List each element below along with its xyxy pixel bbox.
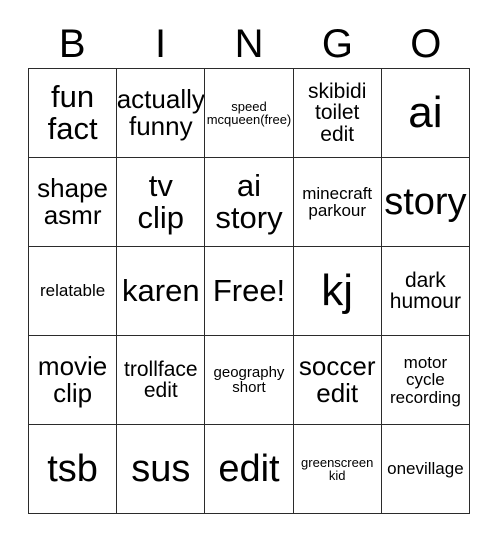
- bingo-cell-label: motor cycle recording: [389, 353, 461, 407]
- bingo-cell-i3[interactable]: karen: [117, 247, 206, 336]
- bingo-card: B I N G O fun fact actually funny speed …: [0, 0, 500, 544]
- bingo-cell-n2[interactable]: ai story: [205, 158, 294, 247]
- bingo-cell-label: dark humour: [389, 268, 461, 313]
- bingo-cell-label: relatable: [39, 281, 106, 301]
- bingo-cell-o2[interactable]: story: [381, 158, 470, 247]
- bingo-cell-b5[interactable]: tsb: [29, 425, 118, 514]
- bingo-cell-label: fun fact: [47, 79, 98, 146]
- bingo-cell-label: karen: [122, 273, 200, 309]
- bingo-cell-label: tsb: [47, 447, 98, 490]
- bingo-cell-label: greenscreen kid: [301, 454, 374, 483]
- bingo-cell-n5[interactable]: edit: [205, 425, 294, 514]
- bingo-cell-g5[interactable]: greenscreen kid: [293, 425, 382, 514]
- bingo-cell-label: onevillage: [387, 459, 464, 479]
- bingo-cell-b4[interactable]: movie clip: [29, 336, 118, 425]
- bingo-cell-label: trollface edit: [124, 357, 198, 402]
- bingo-cell-label: minecraft parkour: [302, 183, 373, 220]
- bingo-cell-b1[interactable]: fun fact: [29, 69, 118, 158]
- bingo-header-letter-o: O: [410, 22, 442, 66]
- bingo-cell-g3[interactable]: kj: [293, 247, 382, 336]
- bingo-cell-label: ai story: [215, 168, 283, 235]
- bingo-cell-label: edit: [218, 447, 280, 490]
- bingo-cell-free-space[interactable]: Free!: [205, 247, 294, 336]
- bingo-cell-label: shape asmr: [37, 173, 109, 230]
- bingo-cell-b3[interactable]: relatable: [29, 247, 118, 336]
- bingo-cell-i2[interactable]: tv clip: [117, 158, 206, 247]
- bingo-cell-b2[interactable]: shape asmr: [29, 158, 118, 247]
- bingo-cell-g1[interactable]: skibidi toilet edit: [293, 69, 382, 158]
- bingo-cell-label: sus: [131, 447, 191, 490]
- bingo-header-letter-i: I: [155, 22, 167, 66]
- bingo-cell-o3[interactable]: dark humour: [381, 247, 470, 336]
- bingo-cell-i5[interactable]: sus: [117, 425, 206, 514]
- bingo-cell-o5[interactable]: onevillage: [381, 425, 470, 514]
- bingo-cell-label: actually funny: [117, 84, 205, 141]
- bingo-cell-label: Free!: [212, 273, 286, 309]
- bingo-cell-n4[interactable]: geography short: [205, 336, 294, 425]
- bingo-cell-label: geography short: [213, 363, 285, 396]
- bingo-cell-label: soccer edit: [298, 351, 376, 408]
- bingo-cell-label: skibidi toilet edit: [308, 79, 367, 146]
- bingo-cell-i1[interactable]: actually funny: [117, 69, 206, 158]
- bingo-cell-label: speed mcqueen(free): [206, 98, 292, 127]
- bingo-cell-label: story: [384, 180, 467, 223]
- bingo-cell-g2[interactable]: minecraft parkour: [293, 158, 382, 247]
- bingo-cell-n1[interactable]: speed mcqueen(free): [205, 69, 294, 158]
- bingo-cell-g4[interactable]: soccer edit: [293, 336, 382, 425]
- bingo-header-letter-g: G: [321, 22, 353, 66]
- bingo-grid: fun fact actually funny speed mcqueen(fr…: [28, 68, 470, 514]
- bingo-cell-label: kj: [321, 265, 354, 315]
- bingo-cell-o1[interactable]: ai: [381, 69, 470, 158]
- bingo-cell-label: movie clip: [37, 351, 108, 408]
- bingo-cell-i4[interactable]: trollface edit: [117, 336, 206, 425]
- bingo-header-letter-n: N: [234, 22, 264, 66]
- bingo-header-letter-b: B: [58, 22, 86, 66]
- bingo-cell-label: ai: [408, 87, 443, 137]
- bingo-header-row: B I N G O: [28, 20, 470, 68]
- bingo-cell-o4[interactable]: motor cycle recording: [381, 336, 470, 425]
- bingo-cell-label: tv clip: [137, 168, 185, 235]
